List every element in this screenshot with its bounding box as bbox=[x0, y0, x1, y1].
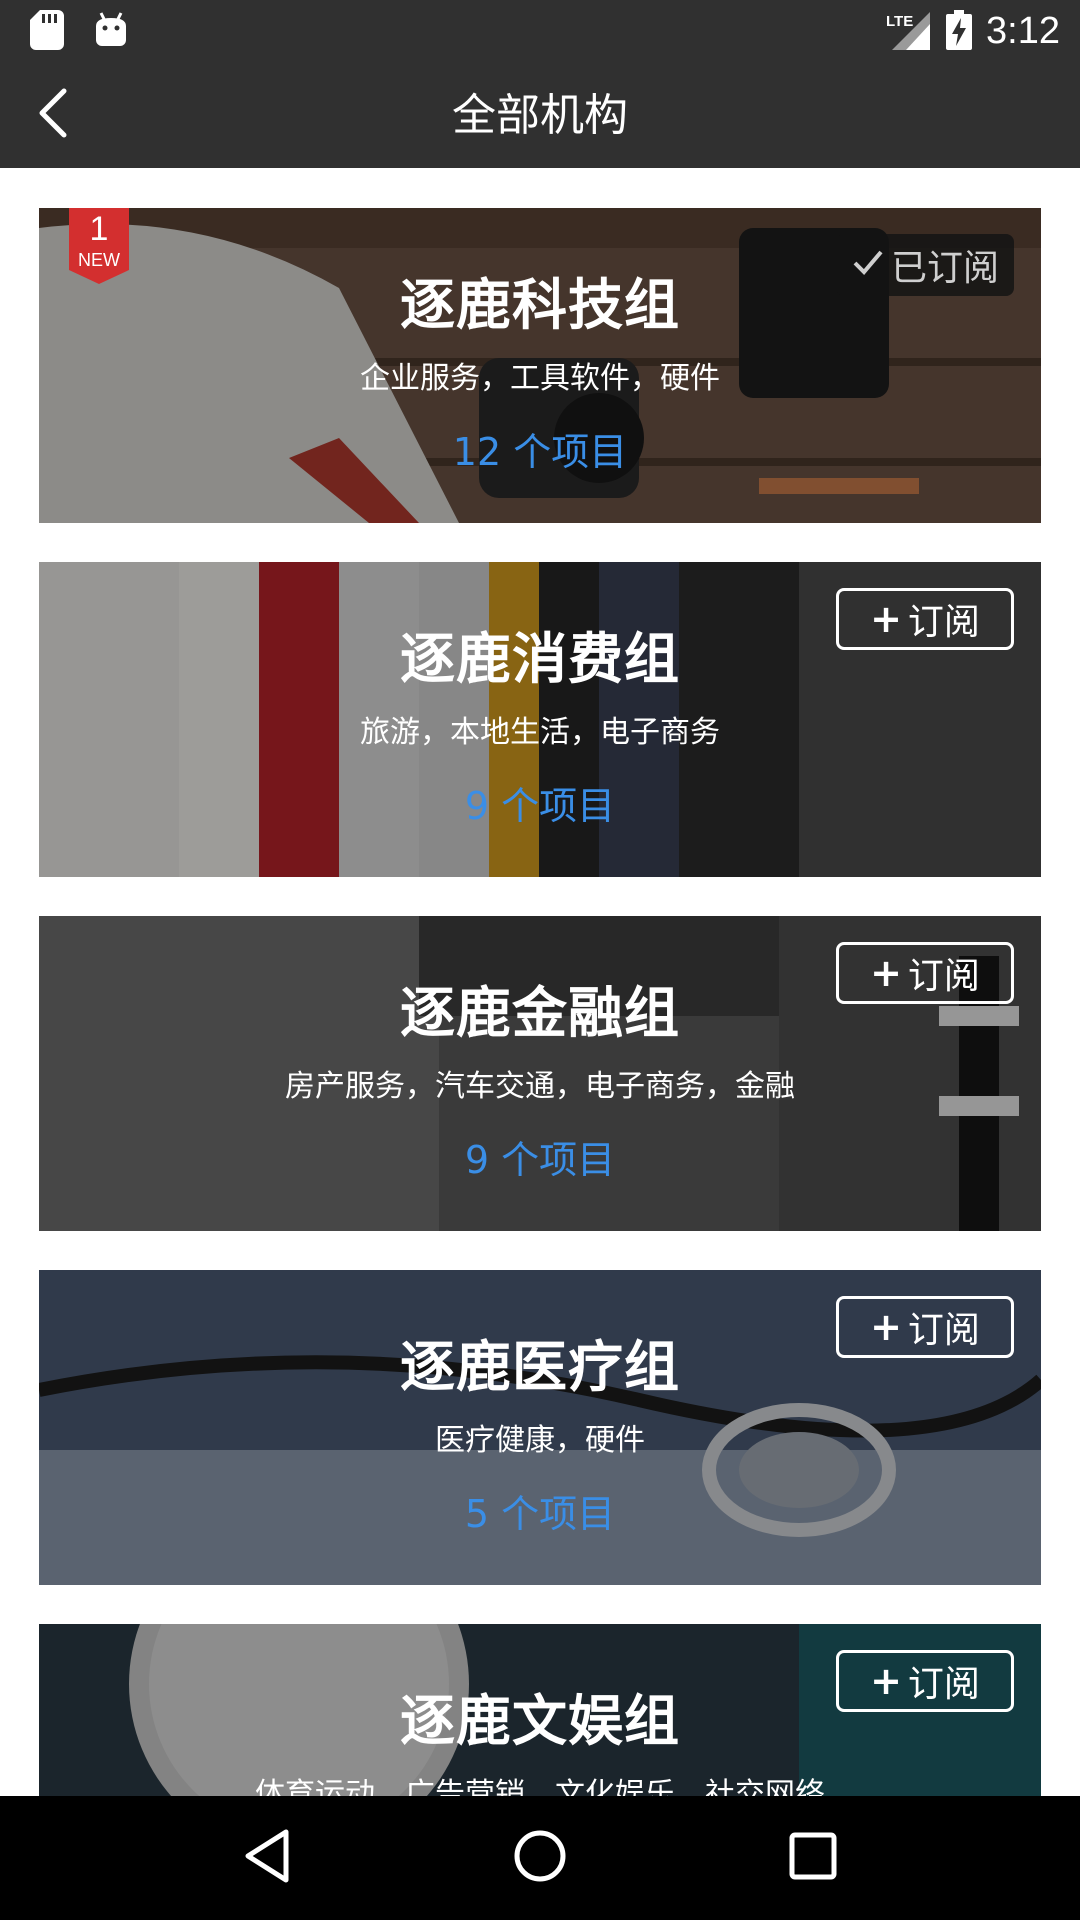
circle-home-icon bbox=[513, 1829, 567, 1887]
organization-tags: 医疗健康，硬件 bbox=[435, 1423, 645, 1458]
navigation-bar bbox=[0, 1796, 1080, 1920]
page-title: 全部机构 bbox=[452, 90, 628, 141]
organization-name: 逐鹿消费组 bbox=[399, 627, 680, 691]
organization-card-finance[interactable]: + 订阅 逐鹿金融组 房产服务，汽车交通，电子商务，金融 9 个项目 bbox=[39, 916, 1041, 1231]
svg-text:LTE: LTE bbox=[886, 13, 913, 30]
sd-card-icon bbox=[30, 9, 64, 54]
organization-name: 逐鹿文娱组 bbox=[399, 1689, 680, 1753]
project-count: 5 个项目 bbox=[464, 1492, 616, 1536]
organization-tags: 房产服务，汽车交通，电子商务，金融 bbox=[285, 1069, 795, 1104]
project-count: 12 个项目 bbox=[452, 430, 628, 474]
organization-name: 逐鹿科技组 bbox=[399, 273, 680, 337]
clock: 3:12 bbox=[986, 10, 1060, 52]
organization-name: 逐鹿金融组 bbox=[399, 981, 680, 1045]
organization-tags: 旅游，本地生活，电子商务 bbox=[360, 715, 720, 750]
organization-list[interactable]: 1 NEW 已订阅 逐鹿科技组 企业服务，工具软件，硬件 12 个项目 + 订阅… bbox=[0, 168, 1080, 1796]
nav-back-button[interactable] bbox=[222, 1813, 312, 1903]
organization-tags: 企业服务，工具软件，硬件 bbox=[360, 361, 720, 396]
project-count: 9 个项目 bbox=[464, 784, 616, 828]
nav-home-button[interactable] bbox=[495, 1813, 585, 1903]
project-count: 9 个项目 bbox=[464, 1138, 616, 1182]
battery-charging-icon bbox=[946, 9, 973, 54]
status-bar: LTE 3:12 bbox=[0, 0, 1080, 63]
square-recents-icon bbox=[788, 1831, 838, 1885]
organization-tags: 体育运动，广告营销，文化娱乐，社交网络 bbox=[255, 1777, 825, 1796]
lte-signal-icon: LTE bbox=[886, 10, 932, 54]
organization-card-entertainment[interactable]: + 订阅 逐鹿文娱组 体育运动，广告营销，文化娱乐，社交网络 bbox=[39, 1624, 1041, 1796]
organization-card-consumer[interactable]: + 订阅 逐鹿消费组 旅游，本地生活，电子商务 9 个项目 bbox=[39, 562, 1041, 877]
organization-card-tech[interactable]: 1 NEW 已订阅 逐鹿科技组 企业服务，工具软件，硬件 12 个项目 bbox=[39, 208, 1041, 523]
triangle-back-icon bbox=[242, 1828, 292, 1888]
android-icon bbox=[94, 10, 128, 54]
app-bar: 全部机构 bbox=[0, 63, 1080, 168]
new-badge-count: 1 bbox=[89, 210, 109, 248]
organization-card-medical[interactable]: + 订阅 逐鹿医疗组 医疗健康，硬件 5 个项目 bbox=[39, 1270, 1041, 1585]
screen: LTE 3:12 全部机构 1 NEW 已订阅 逐鹿科技组 企业服务，工具软件，… bbox=[0, 0, 1080, 1920]
organization-name: 逐鹿医疗组 bbox=[399, 1335, 680, 1399]
nav-recents-button[interactable] bbox=[768, 1813, 858, 1903]
